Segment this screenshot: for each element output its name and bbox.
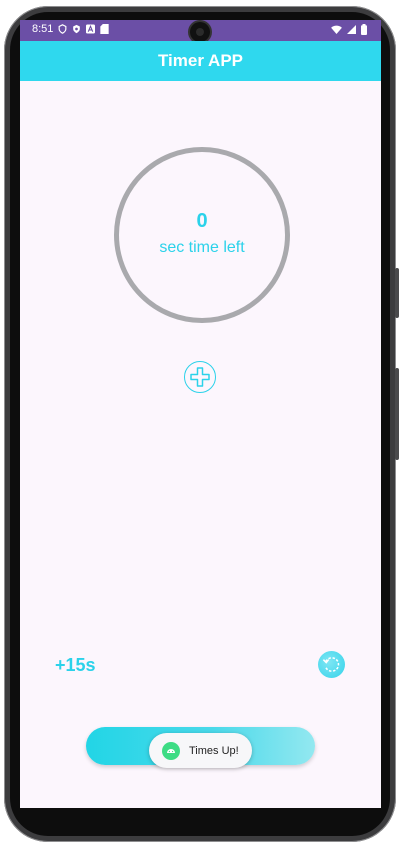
power-button <box>395 268 399 318</box>
timer-ring <box>114 147 290 323</box>
volume-button <box>395 368 399 460</box>
status-right <box>331 24 367 35</box>
front-camera <box>190 22 210 42</box>
toast-message: Times Up! <box>189 744 239 757</box>
status-left: 8:51 <box>32 23 110 35</box>
android-icon <box>162 741 180 760</box>
a-icon <box>86 24 96 34</box>
reset-icon <box>322 657 340 672</box>
reset-button[interactable] <box>318 651 345 678</box>
add-time-button[interactable] <box>184 361 216 393</box>
cellular-signal-icon <box>347 25 356 34</box>
status-bar: 8:51 <box>20 20 381 42</box>
sd-card-icon <box>100 24 110 34</box>
play-protect-icon <box>73 24 81 34</box>
plus-circle-icon <box>190 367 210 387</box>
wifi-icon <box>331 25 342 34</box>
time-left-caption: sec time left <box>159 239 245 256</box>
seconds-count: 0 <box>196 210 208 232</box>
screen: 8:51 Timer APP 0 sec time left +15s Time… <box>20 20 381 808</box>
app-title: Timer APP <box>157 51 244 70</box>
app-bar: Timer APP <box>20 41 381 81</box>
android-glyph <box>167 748 175 753</box>
vpn-shield-icon <box>59 24 67 34</box>
status-time: 8:51 <box>32 23 54 35</box>
add-15s-button[interactable]: +15s <box>55 655 96 676</box>
toast: Times Up! <box>149 733 252 768</box>
battery-icon <box>361 24 367 35</box>
